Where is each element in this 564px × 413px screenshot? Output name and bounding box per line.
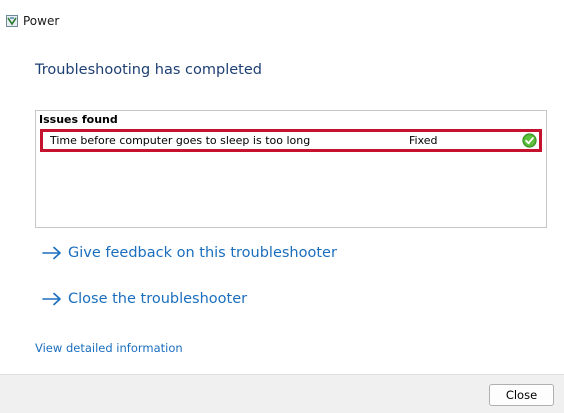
window-title: Power xyxy=(23,14,60,28)
arrow-right-icon xyxy=(42,292,61,306)
power-troubleshooter-icon xyxy=(6,15,18,27)
give-feedback-label: Give feedback on this troubleshooter xyxy=(68,245,337,261)
footer-bar: Close xyxy=(0,374,564,413)
issues-header: Issues found xyxy=(39,113,118,126)
check-circle-icon xyxy=(522,133,537,148)
issues-list: Issues found Time before computer goes t… xyxy=(35,110,547,228)
issue-status: Fixed xyxy=(409,134,438,147)
troubleshooter-window: Power Troubleshooting has completed Issu… xyxy=(0,0,564,413)
close-troubleshooter-label: Close the troubleshooter xyxy=(68,291,248,307)
give-feedback-link[interactable]: Give feedback on this troubleshooter xyxy=(42,245,337,261)
table-row[interactable]: Time before computer goes to sleep is to… xyxy=(40,129,542,152)
page-title: Troubleshooting has completed xyxy=(35,62,262,78)
close-button[interactable]: Close xyxy=(489,384,554,406)
title-bar: Power xyxy=(0,0,564,30)
arrow-right-icon xyxy=(42,246,61,260)
issue-name: Time before computer goes to sleep is to… xyxy=(50,134,311,147)
view-detailed-information-link[interactable]: View detailed information xyxy=(35,341,183,355)
close-troubleshooter-link[interactable]: Close the troubleshooter xyxy=(42,291,247,307)
